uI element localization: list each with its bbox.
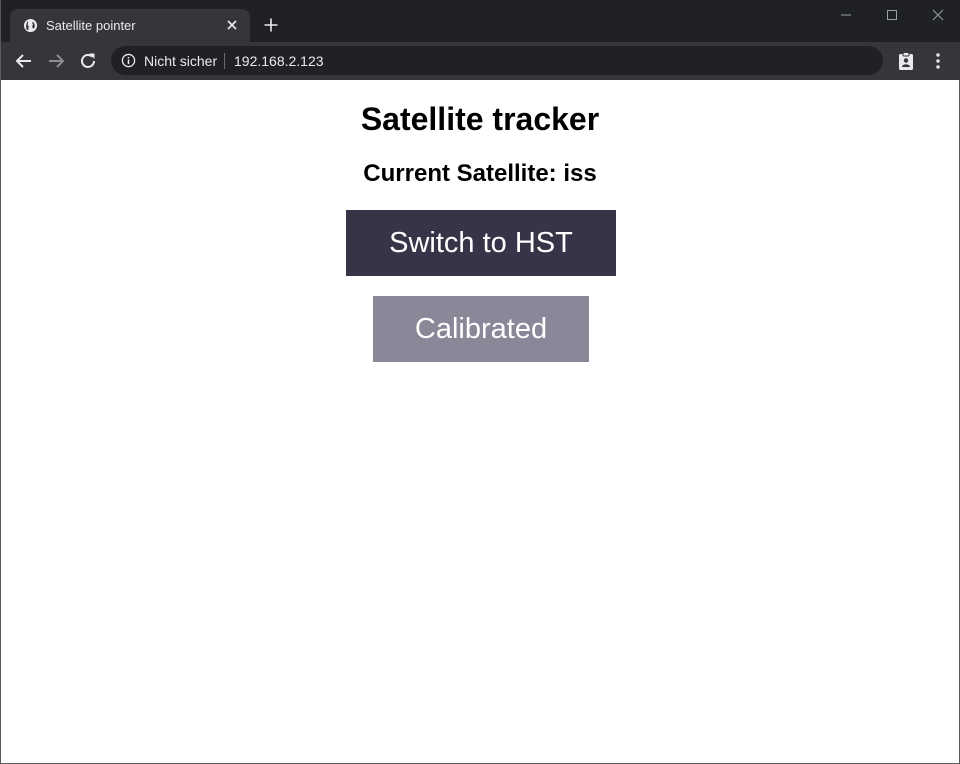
current-satellite-label: Current Satellite: iss: [363, 160, 597, 187]
calibrated-button[interactable]: Calibrated: [373, 296, 589, 362]
address-bar[interactable]: Nicht sicher 192.168.2.123: [111, 46, 883, 75]
globe-icon: [23, 18, 38, 33]
new-tab-icon[interactable]: [263, 17, 279, 33]
reload-icon[interactable]: [76, 49, 100, 73]
back-arrow-icon[interactable]: [12, 49, 36, 73]
forward-arrow-icon[interactable]: [44, 49, 68, 73]
more-options-icon[interactable]: [928, 51, 948, 71]
minimize-icon: [841, 14, 851, 16]
url-text[interactable]: 192.168.2.123: [234, 53, 324, 69]
clipboard-account-icon[interactable]: [896, 51, 916, 71]
tab-strip: Satellite pointer: [1, 0, 960, 42]
address-bar-divider: [224, 53, 225, 69]
close-window-button[interactable]: [915, 0, 960, 30]
close-icon: [932, 9, 944, 21]
security-status-label[interactable]: Nicht sicher: [144, 53, 217, 69]
info-icon[interactable]: [121, 53, 136, 68]
browser-tab[interactable]: Satellite pointer: [10, 9, 250, 42]
maximize-button[interactable]: [869, 0, 915, 30]
page-content: Satellite tracker Current Satellite: iss…: [1, 80, 959, 763]
switch-satellite-button[interactable]: Switch to HST: [346, 210, 616, 276]
minimize-button[interactable]: [823, 0, 869, 30]
maximize-icon: [887, 10, 897, 20]
close-tab-icon[interactable]: [224, 17, 240, 33]
browser-window: Satellite pointer Nicht sicher 192.168.2…: [0, 0, 960, 764]
tab-title: Satellite pointer: [46, 18, 136, 33]
page-title: Satellite tracker: [360, 101, 600, 137]
browser-toolbar: Nicht sicher 192.168.2.123: [1, 42, 960, 80]
